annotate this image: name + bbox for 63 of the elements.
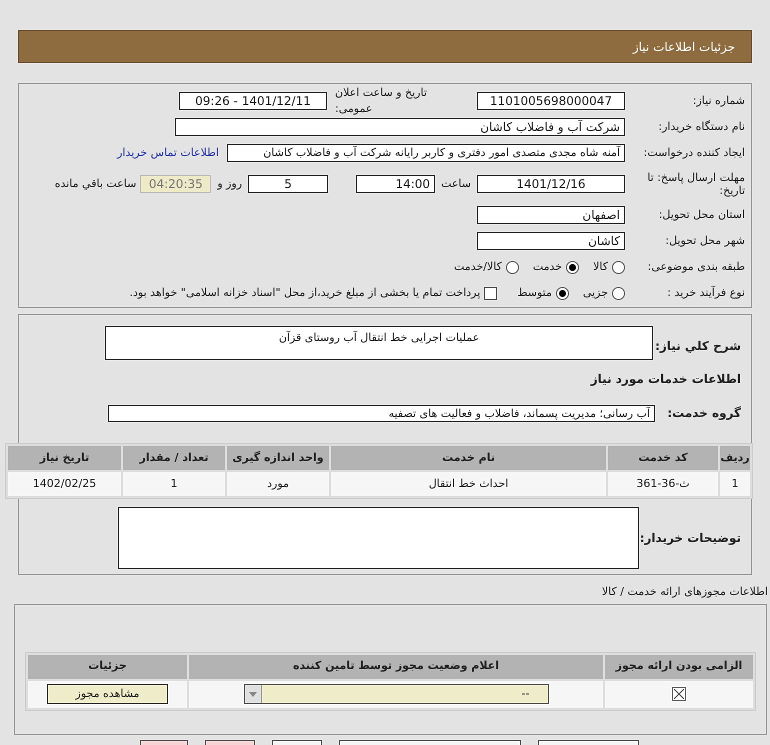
section-title: اطلاعات مجوزهای ارائه خدمت / کالا bbox=[600, 584, 769, 600]
summary-box: عملیات اجرایی خط انتقال آب روستای قزآن bbox=[105, 326, 653, 360]
buyer-contact-link[interactable]: اطلاعات تماس خریدار bbox=[117, 144, 219, 162]
buyer-field: شرکت آب و فاضلاب کاشان bbox=[175, 118, 625, 136]
field-label: استان محل تحویل: bbox=[658, 206, 745, 223]
field-label: شهر محل تحویل: bbox=[664, 232, 745, 249]
radio-label: کالا bbox=[593, 258, 608, 275]
need-number-field: 1101005698000047 bbox=[477, 92, 625, 110]
radio-label: جزیی bbox=[582, 284, 608, 301]
creator-field: آمنه شاه مجدی متصدی امور دفتری و کاربر رایانه شرکت آب و فاضلاب کاشان bbox=[227, 144, 625, 162]
table-cell: احداث خط انتقال bbox=[331, 472, 606, 496]
column-header: تعداد / مقدار bbox=[123, 446, 225, 470]
table-cell: ث-36-361 bbox=[608, 472, 718, 496]
radio-button[interactable] bbox=[506, 260, 519, 274]
required-checkbox[interactable] bbox=[672, 687, 686, 701]
radio-label: کالا/خدمت bbox=[454, 258, 502, 275]
city-field: کاشان bbox=[477, 232, 625, 250]
field-label: مهلت ارسال پاسخ: تا تاریخ: bbox=[646, 171, 745, 197]
field-label: طبقه بندی موضوعی: bbox=[646, 258, 745, 275]
announce-date-field: 1401/12/11 - 09:26 bbox=[179, 92, 327, 110]
view-license-button[interactable]: مشاهده مجوز bbox=[47, 684, 168, 704]
table-cell: 1 bbox=[123, 472, 225, 496]
checkbox[interactable] bbox=[484, 286, 498, 300]
page-title: جزئیات اطلاعات نیاز bbox=[632, 38, 735, 56]
column-header: نام خدمت bbox=[331, 446, 606, 470]
column-header: جزئیات bbox=[28, 654, 187, 678]
field-label: نوع فرآیند خرید : bbox=[666, 284, 745, 301]
field-label: تاریخ و ساعت اعلان عمومی: bbox=[334, 84, 428, 117]
column-header: کد خدمت bbox=[608, 446, 718, 470]
remaining-time-field: 04:20:35 bbox=[140, 175, 212, 193]
table-cell: 1 bbox=[720, 472, 750, 496]
deadline-time-field: 14:00 bbox=[356, 175, 436, 193]
radio-button[interactable] bbox=[612, 260, 625, 274]
column-header: تاریخ نیاز bbox=[8, 446, 121, 470]
column-header: ردیف bbox=[720, 446, 750, 470]
section-title: اطلاعات خدمات مورد نیاز bbox=[589, 371, 741, 388]
caret-icon bbox=[248, 692, 256, 696]
column-header: اعلام وضعیت مجوز توسط تامین کننده bbox=[189, 654, 603, 678]
field-label: نام دستگاه خریدار: bbox=[657, 118, 745, 135]
remaining-label: ساعت باقي مانده bbox=[54, 176, 136, 192]
field-label: شماره نیاز: bbox=[692, 92, 745, 109]
status-select[interactable]: -- bbox=[244, 684, 548, 704]
checkbox-label: پرداخت تمام یا بخشی از مبلغ خرید،از محل "اسناد خزانه اسلامی" خواهد بود. bbox=[130, 284, 480, 301]
time-label: ساعت bbox=[441, 176, 471, 192]
table-cell: مورد bbox=[227, 472, 329, 496]
field-label: ایجاد کننده درخواست: bbox=[642, 144, 745, 161]
radio-label: متوسط bbox=[517, 284, 552, 301]
column-header: واحد اندازه گیری bbox=[227, 446, 329, 470]
column-header: الزامی بودن ارائه مجوز bbox=[605, 654, 753, 678]
radio-label: خدمت bbox=[532, 258, 562, 275]
service-group-field: آب رسانی؛ مدیریت پسماند، فاضلاب و فعالیت های تصفیه bbox=[108, 404, 655, 422]
days-label: روز و bbox=[217, 176, 242, 192]
deadline-date-field: 1401/12/16 bbox=[477, 175, 625, 193]
cross-icon bbox=[674, 689, 684, 699]
field-label: توضیحات خریدار: bbox=[639, 530, 741, 547]
field-label: شرح کلي نیاز: bbox=[654, 338, 741, 355]
radio-button[interactable] bbox=[556, 286, 569, 300]
table-cell: 1402/02/25 bbox=[8, 472, 121, 496]
radio-button[interactable] bbox=[612, 286, 625, 300]
field-label: گروه خدمت: bbox=[666, 405, 741, 422]
radio-button[interactable] bbox=[566, 260, 580, 274]
days-field: 5 bbox=[248, 175, 328, 193]
province-field: اصفهان bbox=[477, 206, 625, 224]
